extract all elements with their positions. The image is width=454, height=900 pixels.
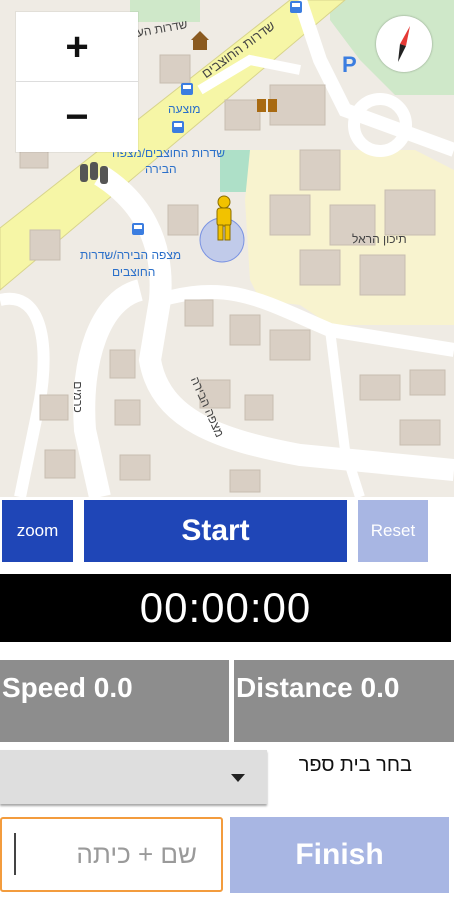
- reset-button[interactable]: Reset: [358, 500, 428, 562]
- map-zoom-control: + −: [16, 12, 138, 152]
- zoom-button[interactable]: zoom: [2, 500, 73, 562]
- start-button[interactable]: Start: [84, 500, 347, 562]
- bus-stop-icon: [132, 223, 144, 235]
- text-caret: [14, 833, 16, 875]
- map-zoom-in-button[interactable]: +: [16, 12, 138, 82]
- map-label-stop-1b: הבירה: [145, 162, 177, 176]
- parking-icon: P: [342, 52, 357, 77]
- bus-stop-icon: [290, 1, 302, 13]
- timer-display: 00:00:00: [0, 574, 451, 642]
- name-class-input[interactable]: [2, 819, 221, 890]
- bus-stop-icon: [181, 83, 193, 95]
- finish-button[interactable]: Finish: [230, 817, 449, 893]
- school-select[interactable]: [0, 750, 267, 804]
- map-label-stop-2b: החוצבים: [112, 265, 156, 279]
- library-icon: [257, 99, 277, 112]
- name-class-field-wrapper: [0, 817, 223, 892]
- traffic-light-icon: [80, 162, 108, 184]
- map-zoom-out-button[interactable]: −: [16, 82, 138, 152]
- person-marker-icon: [216, 195, 232, 241]
- map-label-school: תיכון הראל: [352, 232, 407, 246]
- speed-display: Speed 0.0: [0, 660, 229, 742]
- compass-button[interactable]: [376, 16, 432, 72]
- landmark-icon: [191, 31, 209, 50]
- compass-icon: [398, 26, 410, 62]
- distance-display: Distance 0.0: [234, 660, 454, 742]
- bus-stop-icon: [172, 121, 184, 133]
- school-select-label: בחר בית ספר: [298, 754, 412, 776]
- map-label-museum: מוצעה: [168, 102, 201, 116]
- dropdown-arrow-icon: [231, 774, 245, 782]
- map-view[interactable]: שדרות העצ שדרות החוצבים מוצעה שדרות החוצ…: [0, 0, 454, 497]
- map-label-stop-2: מצפה הבירה/שדרות: [80, 248, 182, 262]
- map-label-kramim-street: כרמים: [70, 381, 85, 413]
